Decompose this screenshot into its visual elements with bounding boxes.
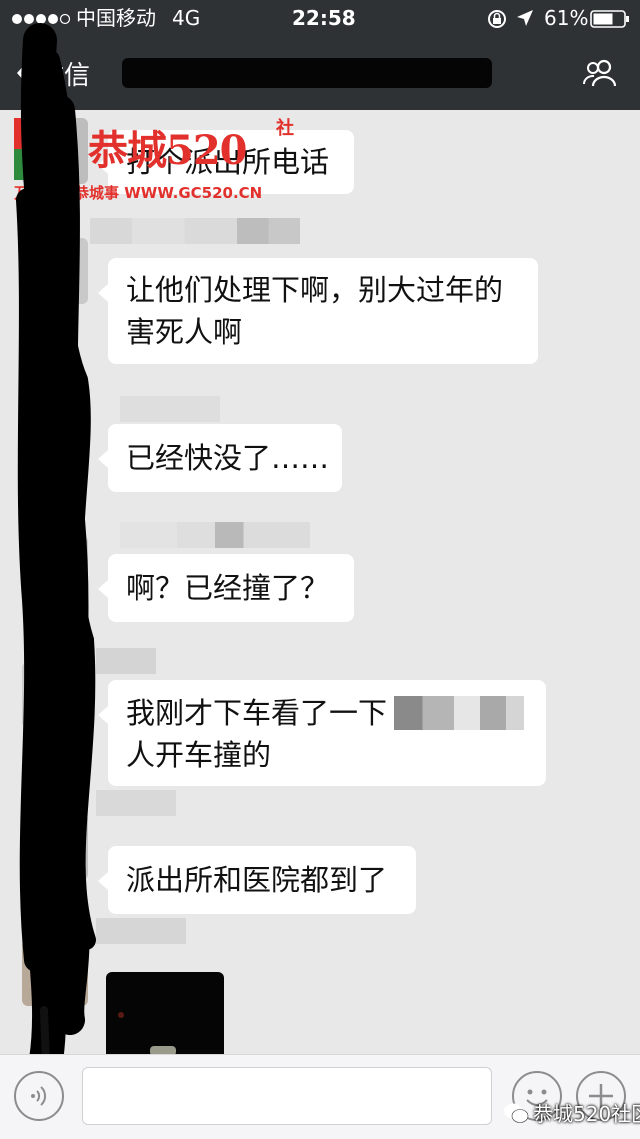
sender-name-blurred (96, 648, 156, 674)
message-text: 我刚才下车看了一下 人开车撞的 (126, 696, 388, 772)
network-label: 4G (172, 6, 201, 30)
wechat-logo-icon (504, 1103, 529, 1123)
corner-watermark-text: 恭城520社区 (533, 1102, 640, 1126)
corner-watermark: 恭城520社区 (503, 1098, 640, 1127)
message-text: 啊？已经撞了？ (126, 571, 330, 605)
image-message[interactable] (106, 972, 224, 1054)
message-text: 让他们处理下啊，别大过年的 害死人啊 (126, 273, 504, 349)
message-bubble[interactable]: 我刚才下车看了一下 人开车撞的 (98, 680, 546, 786)
watermark-title: 恭城520 (88, 127, 247, 174)
back-button[interactable]: 微信 (16, 54, 90, 92)
chat-title-redacted (122, 58, 492, 88)
carrier-label: 中国移动 (76, 6, 156, 30)
message-bubble[interactable]: 派出所和医院都到了 (98, 846, 416, 914)
sender-name-blurred (120, 522, 310, 548)
avatar[interactable] (22, 662, 88, 728)
avatar[interactable] (22, 408, 88, 474)
avatar[interactable] (22, 238, 88, 304)
lock-rotation-icon (488, 10, 506, 28)
avatar[interactable] (22, 814, 88, 880)
voice-button[interactable] (14, 1071, 64, 1121)
back-label: 微信 (38, 60, 91, 91)
sender-name-blurred (96, 918, 186, 944)
contacts-icon[interactable] (582, 58, 618, 88)
message-bubble[interactable]: 已经快没了…… (98, 424, 342, 492)
clock: 22:58 (292, 6, 356, 30)
voice-icon (31, 1086, 47, 1106)
chat-header: 微信 (0, 36, 640, 110)
avatar[interactable] (22, 536, 88, 602)
message-bubble[interactable]: 让他们处理下啊，别大过年的 害死人啊 (98, 258, 538, 364)
status-bar: 中国移动 4G 22:58 61% (0, 0, 640, 36)
battery-percent: 61% (544, 6, 589, 30)
message-input[interactable] (82, 1067, 492, 1125)
sender-name-blurred (90, 218, 300, 244)
svg-text:G: G (27, 124, 63, 175)
sender-name-blurred (120, 396, 220, 422)
sender-name-blurred (96, 790, 176, 816)
message-bubble[interactable]: 啊？已经撞了？ (98, 554, 354, 622)
avatar[interactable] (22, 940, 88, 1006)
signal-dots-icon (12, 13, 70, 25)
message-text: 已经快没了…… (126, 441, 330, 475)
chevron-left-icon (16, 60, 31, 86)
site-watermark: G 恭城520 社 万家灯火恭城事 WWW.GC520.CN (14, 118, 314, 204)
message-list[interactable]: 打个派出所电话 让他们处理下啊，别大过年的 害死人啊 已经快没了…… 啊？已经撞… (0, 110, 640, 1054)
watermark-subtitle: 万家灯火恭城事 WWW.GC520.CN (14, 184, 263, 202)
gc520-logo-icon: G (14, 118, 76, 180)
redacted-text (394, 696, 524, 730)
watermark-badge: 社 (276, 118, 294, 139)
battery-icon (590, 10, 629, 28)
message-text: 派出所和医院都到了 (126, 863, 388, 897)
location-arrow-icon (517, 10, 533, 26)
